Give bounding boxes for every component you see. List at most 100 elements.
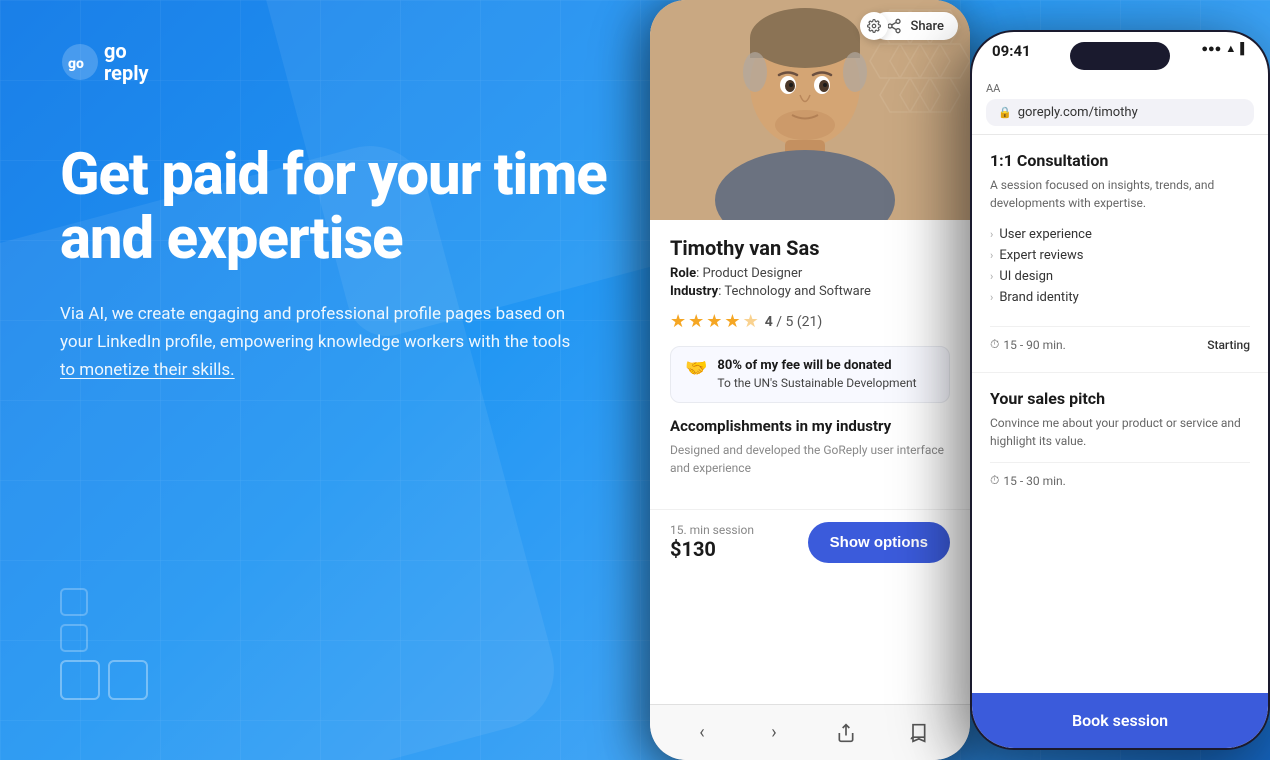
- star-3: ★: [706, 311, 722, 332]
- accomplishments-title: Accomplishments in my industry: [670, 417, 950, 435]
- star-half: ★: [743, 311, 759, 332]
- donation-sub: To the UN's Sustainable Development: [717, 376, 916, 390]
- logo-line2: reply: [104, 62, 149, 84]
- card1-desc: A session focused on insights, trends, a…: [990, 176, 1250, 212]
- hero-subtitle: Via AI, we create engaging and professio…: [60, 300, 580, 384]
- stars: ★ ★ ★ ★ ★: [670, 311, 759, 332]
- phone2-content: 1:1 Consultation A session focused on in…: [972, 135, 1268, 711]
- back-button[interactable]: ‹: [691, 722, 713, 744]
- profile-industry: Industry: Technology and Software: [670, 284, 950, 299]
- phone-1: Share Timothy van Sas Role: Product Desi…: [650, 0, 970, 760]
- bookmarks-icon: [908, 723, 928, 743]
- review-count: (21): [797, 314, 822, 330]
- session-label: 15. min session: [670, 523, 754, 537]
- divider: [972, 372, 1268, 373]
- gear-icon: [867, 19, 881, 33]
- svg-text:go: go: [68, 56, 84, 72]
- star-4: ★: [724, 311, 740, 332]
- donation-icon: 🤝: [685, 358, 707, 379]
- url-bar[interactable]: 🔒 goreply.com/timothy: [986, 99, 1254, 126]
- topic-label-1: User experience: [999, 227, 1092, 242]
- settings-button[interactable]: [860, 12, 888, 40]
- right-section: Share Timothy van Sas Role: Product Desi…: [630, 0, 1270, 760]
- rating-text: 4 / 5 (21): [765, 314, 823, 330]
- deco-sq-3: [60, 660, 100, 700]
- sales-pitch-card: Your sales pitch Convince me about your …: [990, 389, 1250, 488]
- topic-label-2: Expert reviews: [999, 248, 1083, 263]
- logo: go go reply: [60, 40, 620, 84]
- deco-sq-1: [60, 588, 88, 616]
- share-icon: [886, 18, 902, 34]
- aa-button[interactable]: AA: [986, 82, 1000, 95]
- donation-banner: 🤝 80% of my fee will be donated To the U…: [670, 346, 950, 403]
- topic-label-4: Brand identity: [999, 290, 1078, 305]
- topic-item-3: › UI design: [990, 266, 1250, 287]
- card2-meta: ⏱ 15 - 30 min.: [990, 462, 1250, 488]
- topic-item-4: › Brand identity: [990, 287, 1250, 308]
- chevron-icon-4: ›: [990, 291, 993, 304]
- profile-role: Role: Product Designer: [670, 266, 950, 281]
- chevron-icon-1: ›: [990, 228, 993, 241]
- deco-sq-2: [60, 624, 88, 652]
- rating-value: 4: [765, 314, 773, 330]
- url-text: goreply.com/timothy: [1018, 105, 1138, 120]
- profile-photo: Share: [650, 0, 970, 220]
- star-2: ★: [688, 311, 704, 332]
- status-time: 09:41: [992, 42, 1031, 60]
- chevron-icon-2: ›: [990, 249, 993, 262]
- profile-card: Timothy van Sas Role: Product Designer I…: [650, 220, 970, 509]
- card2-desc: Convince me about your product or servic…: [990, 414, 1250, 450]
- session-info: 15. min session $130: [670, 523, 754, 561]
- session-price: $130: [670, 537, 754, 561]
- action-bar: 15. min session $130 Show options: [650, 509, 970, 575]
- deco-sq-4: [108, 660, 148, 700]
- browser-chrome: AA 🔒 goreply.com/timothy: [972, 76, 1268, 135]
- share-label: Share: [910, 19, 944, 34]
- card2-title: Your sales pitch: [990, 389, 1250, 408]
- share-nav-icon: [836, 723, 856, 743]
- forward-button[interactable]: ›: [763, 722, 785, 744]
- phone-1-screen: Share Timothy van Sas Role: Product Desi…: [650, 0, 970, 760]
- topic-list: › User experience › Expert reviews › UI …: [990, 224, 1250, 308]
- topic-label-3: UI design: [999, 269, 1053, 284]
- hero-title: Get paid for your time and expertise: [60, 144, 620, 272]
- phone-2: 09:41 ●●● ▲ ▌ AA 🔒 goreply.com/timothy: [970, 30, 1270, 750]
- book-session-button[interactable]: Book session: [972, 693, 1268, 748]
- phone-2-screen: 09:41 ●●● ▲ ▌ AA 🔒 goreply.com/timothy: [972, 32, 1268, 748]
- industry-value: Technology and Software: [724, 284, 871, 299]
- donation-heading: 80% of my fee will be donated: [717, 358, 891, 373]
- wifi-icon: ▲: [1225, 42, 1236, 55]
- chevron-icon-3: ›: [990, 270, 993, 283]
- accomplishments-text: Designed and developed the GoReply user …: [670, 441, 950, 477]
- profile-name: Timothy van Sas: [670, 236, 950, 260]
- card2-duration: ⏱ 15 - 30 min.: [990, 473, 1066, 488]
- deco-squares: [60, 588, 148, 700]
- consultation-card: 1:1 Consultation A session focused on in…: [990, 151, 1250, 352]
- left-content: go go reply Get paid for your time and e…: [0, 0, 680, 760]
- card2-duration-text: 15 - 30 min.: [1003, 474, 1065, 488]
- card1-duration-text: 15 - 90 min.: [1003, 338, 1065, 352]
- rating-max: 5: [785, 314, 793, 330]
- signal-icon: ●●●: [1201, 42, 1221, 55]
- card1-price-label: Starting: [1207, 338, 1250, 352]
- rating-row: ★ ★ ★ ★ ★ 4 / 5 (21): [670, 311, 950, 332]
- topic-item-1: › User experience: [990, 224, 1250, 245]
- role-value: Product Designer: [703, 266, 803, 281]
- status-icons: ●●● ▲ ▌: [1201, 42, 1248, 55]
- bookmarks-button[interactable]: [907, 722, 929, 744]
- show-options-button[interactable]: Show options: [808, 522, 950, 563]
- browser-nav: ‹ ›: [650, 704, 970, 760]
- card1-meta: ⏱ 15 - 90 min. Starting: [990, 326, 1250, 352]
- clock-icon-2: ⏱: [990, 473, 999, 488]
- dynamic-island: [1070, 42, 1170, 70]
- card1-duration: ⏱ 15 - 90 min.: [990, 337, 1066, 352]
- card1-title: 1:1 Consultation: [990, 151, 1250, 170]
- share-nav-button[interactable]: [835, 722, 857, 744]
- battery-icon: ▌: [1240, 42, 1248, 55]
- logo-line1: go: [104, 40, 149, 62]
- lock-icon: 🔒: [998, 106, 1012, 119]
- topic-item-2: › Expert reviews: [990, 245, 1250, 266]
- clock-icon-1: ⏱: [990, 337, 999, 352]
- hero-subtitle-link: to monetize their skills.: [60, 360, 235, 380]
- logo-icon: go: [60, 42, 100, 82]
